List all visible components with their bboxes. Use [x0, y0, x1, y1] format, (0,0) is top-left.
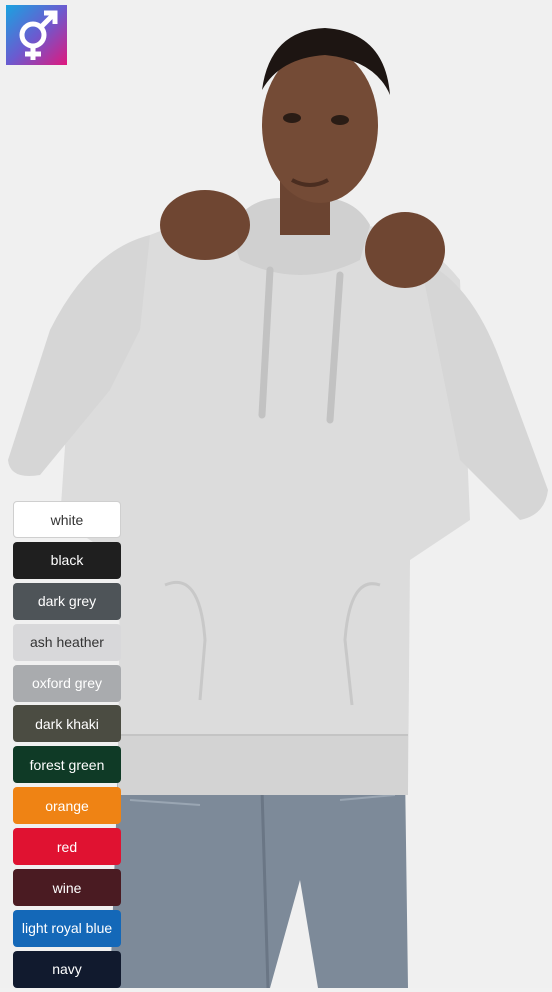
color-swatch-red[interactable]: red: [13, 828, 121, 866]
color-swatch-navy[interactable]: navy: [13, 950, 121, 988]
color-swatch-list: white black dark grey ash heather oxford gre…: [13, 501, 121, 992]
color-swatch-wine[interactable]: wine: [13, 869, 121, 907]
color-swatch-white[interactable]: white: [13, 501, 121, 538]
color-swatch-light-royal-blue[interactable]: light royal blue: [13, 909, 121, 947]
color-swatch-orange[interactable]: orange: [13, 787, 121, 825]
color-swatch-forest-green[interactable]: forest green: [13, 746, 121, 784]
color-swatch-dark-khaki[interactable]: dark khaki: [13, 705, 121, 743]
jeans: [110, 770, 408, 988]
male-female-symbol-icon: [6, 5, 67, 65]
color-swatch-ash-heather[interactable]: ash heather: [13, 623, 121, 661]
color-swatch-black[interactable]: black: [13, 541, 121, 579]
color-swatch-oxford-grey[interactable]: oxford grey: [13, 664, 121, 702]
color-swatch-dark-grey[interactable]: dark grey: [13, 582, 121, 620]
